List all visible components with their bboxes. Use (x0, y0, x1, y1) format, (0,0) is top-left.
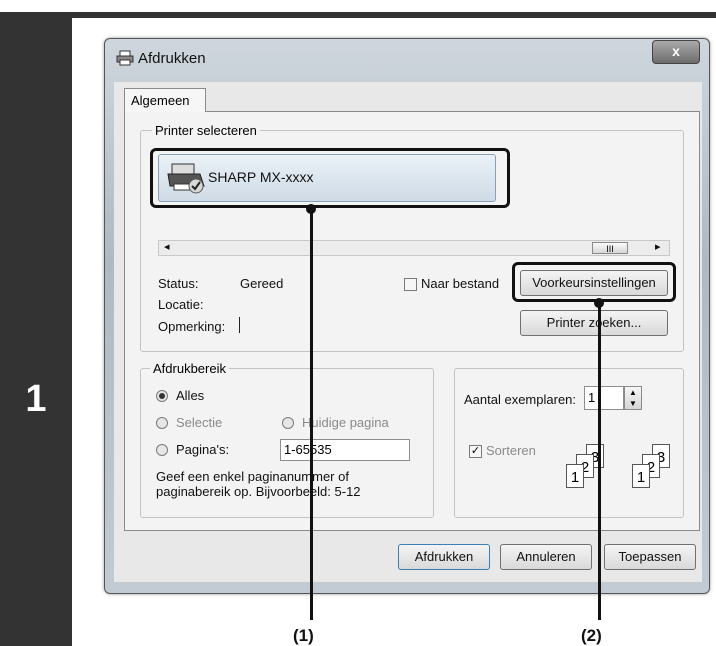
copies-input[interactable]: 1 (584, 386, 624, 410)
callout-label-1: (1) (293, 626, 314, 645)
collate-page-1b: 1 (632, 464, 650, 488)
scroll-right-arrow[interactable]: ▸ (655, 240, 661, 253)
collate-label: Sorteren (486, 443, 536, 458)
find-printer-button[interactable]: Printer zoeken... (520, 310, 668, 336)
printer-icon (116, 50, 134, 66)
range-pages-label: Pagina's: (176, 442, 230, 457)
callout-line-2 (597, 302, 601, 620)
copies-spinner[interactable]: ▲ ▼ (624, 386, 642, 410)
callout-box-2 (512, 262, 676, 302)
range-current-page-radio[interactable] (282, 417, 294, 429)
step-sidebar (0, 12, 72, 646)
callout-box-1 (150, 148, 510, 208)
range-all-radio[interactable] (156, 390, 168, 402)
range-selection-radio[interactable] (156, 417, 168, 429)
print-to-file-checkbox[interactable] (404, 278, 417, 291)
dialog-title: Afdrukken (138, 50, 206, 67)
comment-label: Opmerking: (158, 319, 226, 334)
cancel-button[interactable]: Annuleren (500, 544, 592, 570)
range-pages-radio[interactable] (156, 444, 168, 456)
apply-button[interactable]: Toepassen (604, 544, 696, 570)
tab-general[interactable]: Algemeen (124, 88, 206, 112)
print-button[interactable]: Afdrukken (398, 544, 490, 570)
top-bar (72, 12, 716, 18)
callout-label-2: (2) (581, 626, 602, 645)
range-selection-label: Selectie (176, 415, 223, 430)
location-label: Locatie: (158, 297, 204, 312)
printer-select-legend: Printer selecteren (152, 123, 260, 138)
scroll-left-arrow[interactable]: ◂ (164, 240, 170, 253)
range-hint: Geef een enkel paginanummer of paginaber… (156, 469, 361, 499)
callout-line-1 (309, 208, 313, 620)
print-to-file-label: Naar bestand (421, 276, 500, 291)
collate-checkbox[interactable]: ✓ (469, 445, 482, 458)
comment-text-cursor (239, 317, 240, 333)
copies-label: Aantal exemplaren: (464, 392, 577, 407)
close-button[interactable]: x (652, 40, 700, 64)
status-label: Status: (158, 276, 199, 291)
collate-page-1a: 1 (566, 464, 584, 488)
status-value: Gereed (240, 276, 284, 291)
scroll-thumb[interactable]: III (592, 242, 628, 254)
step-number: 1 (25, 378, 47, 420)
pages-input[interactable]: 1-65535 (280, 439, 410, 461)
range-all-label: Alles (176, 388, 205, 403)
print-range-legend: Afdrukbereik (150, 361, 229, 376)
range-current-page-label: Huidige pagina (302, 415, 389, 430)
